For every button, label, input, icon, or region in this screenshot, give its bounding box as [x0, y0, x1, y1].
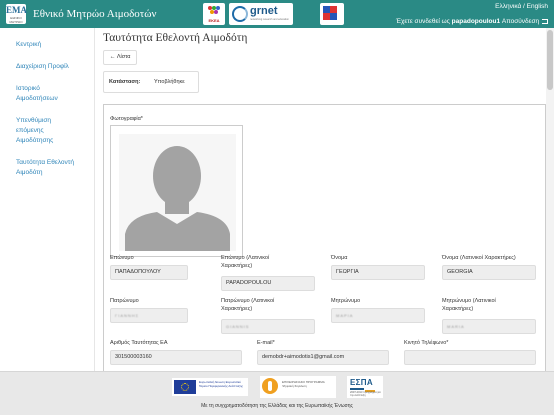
father-latin-label-line2: Χαρακτήρες) [221, 306, 253, 312]
phone-field[interactable] [404, 350, 536, 365]
name-latin-field[interactable]: GEORGIA [442, 265, 536, 280]
avatar-placeholder-icon [119, 134, 236, 251]
mother-name-field[interactable]: ΜΑΡΙΑ [331, 308, 425, 323]
espa-logo: ΕΣΠΑ 2007-2013 πρόγραμμα για την ανάπτυξ… [347, 376, 383, 398]
mother-latin-value: MARIA [447, 324, 465, 329]
eu-logo: Ευρωπαϊκή Ένωση Ευρωπαϊκό Ταμείο Περιφερ… [172, 378, 248, 396]
phone-label: Κινητό Τηλέφωνο* [404, 340, 449, 346]
espa-label: ΕΣΠΑ [350, 378, 373, 387]
sidebar-item-donor-id-line2[interactable]: Αιμοδότη [16, 167, 42, 178]
mother-latin-field[interactable]: MARIA [442, 319, 536, 334]
sidebar-nav: Κεντρική Διαχείριση Προφίλ Ιστορικό Αιμο… [0, 28, 95, 371]
page-scrollbar[interactable] [546, 28, 554, 371]
photo-frame[interactable] [110, 125, 243, 257]
eu-flag-icon [174, 380, 196, 394]
status-key: Κατάσταση: [109, 79, 141, 85]
surname-latin-field[interactable]: PAPADOPOULOU [221, 276, 315, 291]
main-content: Ταυτότητα Εθελοντή Αιμοδότη ← Λίστα Κατά… [95, 28, 554, 371]
digital-convergence-logo: ΕΠΙΧΕΙΡΗΣΙΑΚΟ ΠΡΟΓΡΑΜΜΑ Ψηφιακή Σύγκλιση [260, 376, 336, 398]
digital-convergence-text: ΕΠΙΧΕΙΡΗΣΙΑΚΟ ΠΡΟΓΡΑΜΜΑ Ψηφιακή Σύγκλιση [282, 380, 325, 388]
sidebar-item-profile[interactable]: Διαχείριση Προφίλ [16, 61, 69, 72]
logo-subtext: ΕΘΝΙΚΟ ΜΗΤΡΩΟ [9, 16, 23, 24]
grnet-label: grnet [250, 5, 278, 17]
logout-icon[interactable] [542, 19, 548, 24]
back-arrow-icon: ← [109, 54, 116, 60]
espa-bar-icon [350, 388, 364, 390]
surname-field[interactable]: ΠΑΠΑΔΟΠΟΥΛΟΥ [110, 265, 188, 280]
father-name-value: ΓΙΑΝΝΗΣ [115, 313, 140, 318]
top-header: ΕΜΑ ΕΘΝΙΚΟ ΜΗΤΡΩΟ Εθνικό Μητρώο Αιμοδοτώ… [0, 0, 554, 28]
header-user-area: Ελληνικά / English Έχετε συνδεθεί ως pap… [396, 2, 548, 26]
id-number-field[interactable]: 301500003160 [110, 350, 242, 365]
ekea-label: ΕΚΕΑ [208, 18, 220, 23]
sidebar-item-home[interactable]: Κεντρική [16, 39, 41, 50]
profile-photo [119, 134, 236, 251]
father-name-field[interactable]: ΓΙΑΝΝΗΣ [110, 308, 188, 323]
father-latin-label-line1: Πατρώνυμο (Λατινικοί [221, 298, 275, 304]
name-field[interactable]: ΓΕΩΡΓΙΑ [331, 265, 425, 280]
mother-latin-label-line2: Χαρακτήρες) [442, 306, 474, 312]
page-title: Ταυτότητα Εθελοντή Αιμοδότη [103, 32, 248, 44]
cofinance-text: Με τη συγχρηματοδότηση της Ελλάδας και τ… [201, 403, 353, 409]
info-circle-icon [262, 378, 278, 394]
surname-label: Επώνυμο [110, 255, 134, 261]
status-value: Υποβλήθηκε [154, 79, 185, 85]
espa-subtext: 2007-2013 πρόγραμμα για την ανάπτυξη [350, 391, 381, 397]
mother-name-value: ΜΑΡΙΑ [336, 313, 354, 318]
site-title[interactable]: Εθνικό Μητρώο Αιμοδοτών [33, 8, 156, 20]
status-box: Κατάσταση: Υποβλήθηκε [103, 71, 199, 93]
father-latin-field[interactable]: GIANNIS [221, 319, 315, 334]
back-to-list-button[interactable]: ← Λίστα [103, 50, 137, 65]
partner-logos: ΕΚΕΑ grnet networking research and educa… [200, 0, 350, 28]
logout-link[interactable]: Αποσύνδεση [502, 18, 539, 25]
language-switcher: Ελληνικά / English [396, 2, 548, 11]
user-line: Έχετε συνδεθεί ως papadopoulou1 Αποσύνδε… [396, 17, 548, 26]
ministry-logo [320, 3, 344, 25]
mother-name-label: Μητρώνυμο [331, 298, 361, 304]
grnet-subtext: networking research and education [250, 18, 289, 21]
ekea-logo: ΕΚΕΑ [203, 3, 225, 25]
father-name-label: Πατρώνυμο [110, 298, 139, 304]
id-number-label: Αριθμός Ταυτότητας ΕΑ [110, 340, 168, 346]
mother-latin-label-line1: Μητρώνυμο (Λατινικοί [442, 298, 496, 304]
scrollbar-thumb[interactable] [547, 30, 553, 90]
surname-latin-label-line2: Χαρακτήρες) [221, 263, 253, 269]
eu-logo-text: Ευρωπαϊκή Ένωση Ευρωπαϊκό Ταμείο Περιφερ… [199, 380, 243, 388]
name-latin-label: Όνομα (Λατινικοί Χαρακτήρες) [442, 255, 516, 261]
email-label: E-mail* [257, 340, 275, 346]
father-latin-value: GIANNIS [226, 324, 250, 329]
logo-text: ΕΜΑ [6, 5, 27, 15]
username: papadopoulou1 [451, 18, 501, 25]
grnet-logo: grnet networking research and education [229, 3, 293, 25]
sidebar-item-reminder-line3[interactable]: Αιμοδότησης [16, 135, 53, 146]
footer: Ευρωπαϊκή Ένωση Ευρωπαϊκό Ταμείο Περιφερ… [0, 371, 554, 415]
back-button-label: Λίστα [116, 54, 131, 60]
sidebar-item-history-line2[interactable]: Αιμοδοτήσεων [16, 93, 58, 104]
donor-id-panel: Φωτογραφία* Επώνυμο ΠΑΠΑΔΟΠΟΥΛΟΥ Επώνυμο… [103, 104, 546, 371]
name-label: Όνομα [331, 255, 348, 261]
photo-label: Φωτογραφία* [110, 116, 143, 122]
lang-greek-link[interactable]: Ελληνικά [495, 3, 521, 10]
ema-logo[interactable]: ΕΜΑ ΕΘΝΙΚΟ ΜΗΤΡΩΟ [6, 4, 27, 24]
surname-latin-label-line1: Επώνυμο (Λατινικοί [221, 255, 270, 261]
lang-english-link[interactable]: English [527, 3, 548, 10]
email-field[interactable]: demobdr+aimodotis1@gmail.com [257, 350, 389, 365]
grnet-swirl-icon [232, 6, 248, 22]
logged-in-prefix: Έχετε συνδεθεί ως [395, 18, 450, 25]
